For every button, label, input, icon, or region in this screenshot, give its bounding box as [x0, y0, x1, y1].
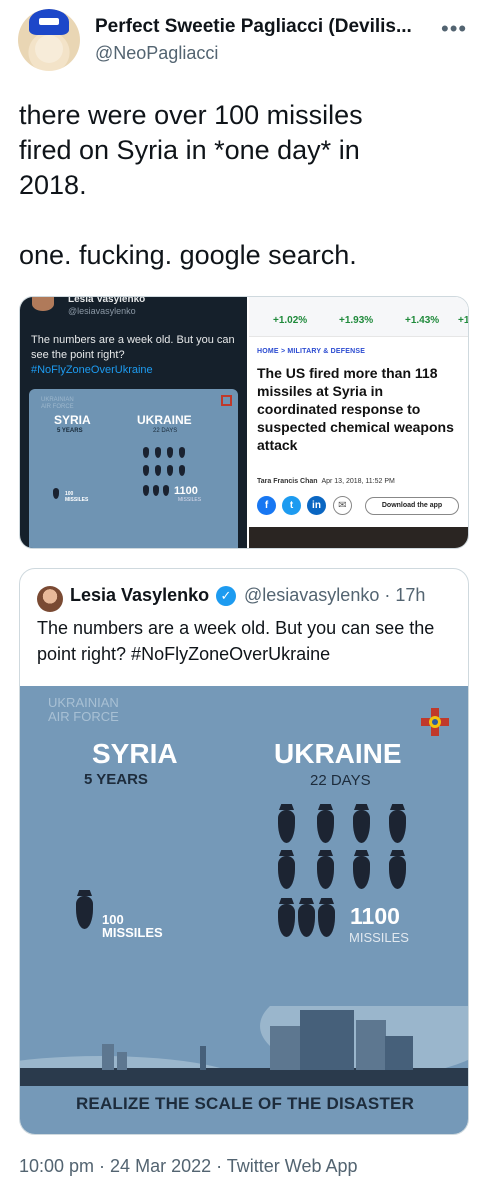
missile-icon [298, 904, 315, 937]
quoted-tweet[interactable]: Lesia Vasylenko ✓ @lesiavasylenko · 17h … [19, 568, 469, 1135]
missile-icon [278, 904, 295, 937]
poster-syria-label: SYRIA [92, 738, 178, 769]
embedded-hashtag: #NoFlyZoneOverUkraine [31, 364, 153, 376]
ukraine-air-force-crest-icon [421, 708, 449, 736]
ticker-value: +1.43% [405, 315, 440, 326]
quoted-author-name[interactable]: Lesia Vasylenko [70, 585, 209, 606]
verified-badge-icon: ✓ [216, 586, 236, 606]
facebook-icon: f [257, 496, 276, 515]
missile-icon [317, 810, 334, 843]
tweet-text: there were over 100 missiles fired on Sy… [19, 100, 363, 270]
missile-icon [155, 447, 161, 458]
poster-ukraine-count: 1100 [174, 485, 198, 497]
poster-ukraine-period: 22 DAYS [310, 772, 371, 789]
missile-icon [179, 447, 185, 458]
article-breadcrumb: HOME > MILITARY & DEFENSE [257, 348, 366, 355]
poster-syria-label: SYRIA [54, 413, 91, 427]
missile-icon [179, 465, 185, 476]
poster-syria-period: 5 YEARS [84, 771, 148, 788]
poster-air-force-label: UKRAINIAN AIR FORCE [48, 695, 119, 724]
poster-air-force-label: UKRAINIAN AIR FORCE [41, 397, 74, 410]
author-handle[interactable]: @NeoPagliacci [95, 43, 218, 64]
email-icon: ✉ [333, 496, 352, 515]
embedded-author-name: Lesia Vasylenko [68, 297, 146, 305]
embedded-tweet-text: The numbers are a week old. But you can … [31, 334, 235, 361]
embedded-author-handle: @lesiavasylenko [68, 306, 136, 316]
poster-syria-count: 100 MISSILES [102, 912, 163, 940]
missile-icon [353, 810, 370, 843]
missile-icon [278, 810, 295, 843]
missile-icon [53, 488, 59, 499]
missile-icon [278, 856, 295, 889]
ticker-value: +1.93% [339, 315, 374, 326]
ticker-value: +1.02% [273, 315, 308, 326]
article-author: Tara Francis Chan [257, 478, 318, 485]
article-byline: Tara Francis Chan Apr 13, 2018, 11:52 PM [257, 478, 395, 485]
author-display-name[interactable]: Perfect Sweetie Pagliacci (Devilis... [95, 16, 425, 38]
download-app-button: Download the app [365, 497, 459, 515]
missile-icon [389, 810, 406, 843]
missile-icon [76, 896, 93, 929]
article-image-strip [249, 527, 468, 548]
ticker-value: +1 [458, 315, 469, 326]
linkedin-icon: in [307, 496, 326, 515]
poster-ukraine-label: UKRAINE [274, 738, 402, 769]
missile-icon [317, 856, 334, 889]
quoted-author-handle[interactable]: @lesiavasylenko · 17h [244, 585, 425, 606]
media-image-article-screenshot[interactable]: +1.02% +1.93% +1.43% +1 HOME > MILITARY … [249, 297, 469, 548]
missile-icon [318, 904, 335, 937]
missile-icon [389, 856, 406, 889]
quoted-poster-image[interactable]: UKRAINIAN AIR FORCE SYRIA 5 YEARS UKRAIN… [20, 686, 468, 1134]
twitter-icon: t [282, 496, 301, 515]
missile-icon [143, 485, 149, 496]
poster-ukraine-unit: MISSILES [349, 930, 409, 945]
article-headline: The US fired more than 118 missiles at S… [257, 365, 454, 453]
missile-icon [143, 465, 149, 476]
tweet-media[interactable]: Lesia Vasylenko @lesiavasylenko The numb… [19, 296, 469, 549]
quoted-author-avatar[interactable] [37, 586, 63, 612]
poster-syria-count: 100 MISSILES [65, 491, 89, 503]
ruined-city-illustration [20, 1006, 468, 1086]
quoted-tweet-text: The numbers are a week old. But you can … [37, 618, 435, 664]
missile-icon [155, 465, 161, 476]
poster-ukraine-count: 1100 [350, 903, 400, 929]
tweet-meta[interactable]: 10:00 pm · 24 Mar 2022 · Twitter Web App [19, 1156, 358, 1177]
avatar-face [35, 35, 63, 63]
embedded-avatar [32, 297, 54, 311]
poster-ukraine-period: 22 DAYS [153, 428, 178, 434]
missile-icon [163, 485, 169, 496]
crest-icon [221, 395, 232, 406]
poster-ukraine-label: UKRAINE [137, 413, 192, 427]
poster-slogan: REALIZE THE SCALE OF THE DISASTER [75, 1094, 415, 1113]
more-horizontal-icon[interactable]: ••• [441, 16, 467, 42]
missile-icon [153, 485, 159, 496]
poster-syria-period: 5 YEARS [57, 428, 83, 434]
poster-ukraine-unit: MISSILES [178, 497, 202, 503]
author-avatar[interactable] [18, 9, 80, 71]
missile-icon [167, 447, 173, 458]
avatar-hat [29, 9, 69, 35]
missile-icon [353, 856, 370, 889]
ticker-bar: +1.02% +1.93% +1.43% +1 [249, 297, 469, 337]
missile-icon [167, 465, 173, 476]
media-image-tweet-screenshot[interactable]: Lesia Vasylenko @lesiavasylenko The numb… [20, 297, 247, 548]
embedded-poster: UKRAINIAN AIR FORCE SYRIA 5 YEARS UKRAIN… [29, 389, 238, 548]
missile-icon [143, 447, 149, 458]
article-date: Apr 13, 2018, 11:52 PM [321, 478, 395, 485]
